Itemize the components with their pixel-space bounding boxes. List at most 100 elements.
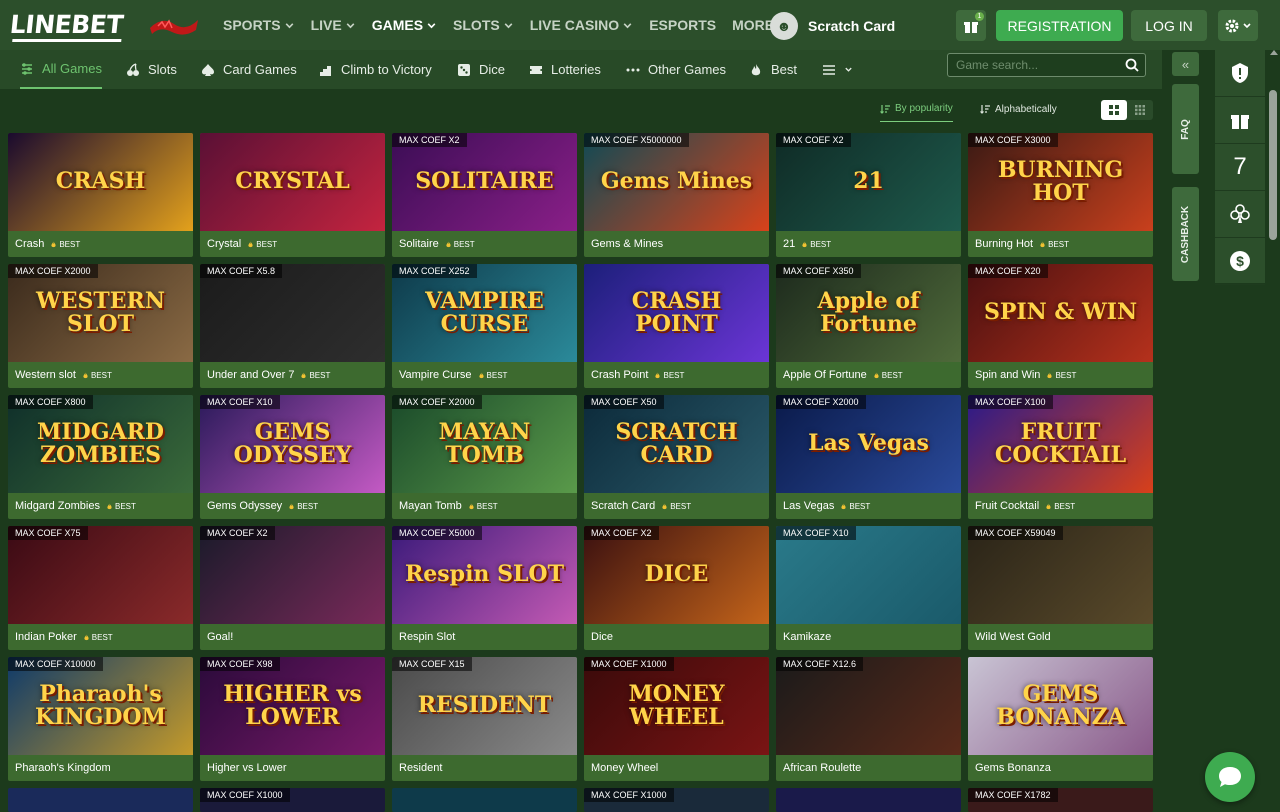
more-categories-button[interactable] xyxy=(822,50,853,89)
lucky-seven-button[interactable]: 7 xyxy=(1215,144,1265,191)
nav-live[interactable]: LIVE xyxy=(303,0,364,50)
faq-tab[interactable]: FAQ xyxy=(1172,84,1199,174)
game-card[interactable]: Apple of Fortune MAX COEF X350 Apple Of Fo… xyxy=(776,264,961,388)
settings-button[interactable] xyxy=(1218,10,1258,41)
game-card[interactable]: MAX COEF X75 Indian Poker BEST xyxy=(8,526,193,650)
game-thumbnail[interactable]: MAX COEF X12.6 xyxy=(776,657,961,755)
category-dice[interactable]: Dice xyxy=(457,50,505,89)
game-thumbnail[interactable]: RESIDENT MAX COEF X15 xyxy=(392,657,577,755)
game-card[interactable]: GEMS BONANZA Gems Bonanza xyxy=(968,657,1153,781)
game-card[interactable]: Pharaoh's KINGDOM MAX COEF X10000 Pharaoh'… xyxy=(8,657,193,781)
game-card[interactable] xyxy=(776,788,961,812)
sort-alphabetically[interactable]: Alphabetically xyxy=(980,96,1057,122)
game-card[interactable]: MAX COEF X12.6 African Roulette xyxy=(776,657,961,781)
category-lotteries[interactable]: Lotteries xyxy=(529,50,601,89)
category-best[interactable]: Best xyxy=(749,50,797,89)
cashback-tab[interactable]: CASHBACK xyxy=(1172,187,1199,281)
game-card[interactable]: MONEY WHEEL MAX COEF X1000 Money Wheel xyxy=(584,657,769,781)
nav-games[interactable]: GAMES xyxy=(364,0,445,50)
game-search-input[interactable] xyxy=(956,57,1116,73)
game-card[interactable]: HIGHER vs LOWER MAX COEF X98 Higher vs Low… xyxy=(200,657,385,781)
game-card[interactable]: SCRATCH CARD MAX COEF X50 Scratch Card BEST xyxy=(584,395,769,519)
game-card[interactable]: Respin SLOT MAX COEF X5000 Respin Slot xyxy=(392,526,577,650)
game-card[interactable]: FRUIT COCKTAIL MAX COEF X100 Fruit Cocktai… xyxy=(968,395,1153,519)
game-thumbnail[interactable]: CRASH xyxy=(8,133,193,231)
sort-by-popularity[interactable]: By popularity xyxy=(880,96,953,122)
game-card[interactable] xyxy=(392,788,577,812)
game-thumbnail[interactable]: CRYSTAL xyxy=(200,133,385,231)
alert-shield-button[interactable] xyxy=(1215,50,1265,97)
game-thumbnail[interactable]: Apple of Fortune MAX COEF X350 xyxy=(776,264,961,362)
dollar-button[interactable]: $ xyxy=(1215,238,1265,285)
small-grid-view-button[interactable] xyxy=(1127,100,1153,120)
game-thumbnail[interactable]: GEMS BONANZA xyxy=(968,657,1153,755)
game-card[interactable]: MAYAN TOMB MAX COEF X2000 Mayan Tomb BEST xyxy=(392,395,577,519)
game-search[interactable] xyxy=(947,53,1146,77)
game-thumbnail[interactable]: Gems Mines MAX COEF X5000000 xyxy=(584,133,769,231)
game-thumbnail[interactable]: CRASH POINT xyxy=(584,264,769,362)
chat-button[interactable] xyxy=(1205,752,1255,802)
nav-slots[interactable]: SLOTS xyxy=(445,0,522,50)
collapse-rail-button[interactable]: « xyxy=(1172,52,1199,76)
game-card[interactable]: Las Vegas MAX COEF X2000 Las Vegas BEST xyxy=(776,395,961,519)
game-thumbnail[interactable]: VAMPIRE CURSE MAX COEF X252 xyxy=(392,264,577,362)
game-thumbnail[interactable]: BURNING HOT MAX COEF X3000 xyxy=(968,133,1153,231)
game-thumbnail[interactable]: MAX COEF X10 xyxy=(776,526,961,624)
game-card[interactable]: DICE MAX COEF X2 Dice xyxy=(584,526,769,650)
game-thumbnail[interactable]: WESTERN SLOT MAX COEF X2000 xyxy=(8,264,193,362)
login-button[interactable]: LOG IN xyxy=(1131,10,1207,41)
game-thumbnail[interactable]: MAX COEF X75 xyxy=(8,526,193,624)
bonus-gift-button[interactable] xyxy=(1215,97,1265,144)
game-thumbnail[interactable]: 21 MAX COEF X2 xyxy=(776,133,961,231)
category-other-games[interactable]: Other Games xyxy=(626,50,726,89)
game-card[interactable]: MAX COEF X10 Kamikaze xyxy=(776,526,961,650)
game-card[interactable]: MAX COEF X1782 xyxy=(968,788,1153,812)
game-card[interactable]: SOLITAIRE MAX COEF X2 Solitaire BEST xyxy=(392,133,577,257)
game-card[interactable]: CRYSTAL Crystal BEST xyxy=(200,133,385,257)
game-thumbnail[interactable]: MAYAN TOMB MAX COEF X2000 xyxy=(392,395,577,493)
game-thumbnail[interactable]: MAX COEF X5.8 xyxy=(200,264,385,362)
game-thumbnail[interactable]: Respin SLOT MAX COEF X5000 xyxy=(392,526,577,624)
game-thumbnail[interactable]: GEMS ODYSSEY MAX COEF X10 xyxy=(200,395,385,493)
game-card[interactable]: BURNING HOT MAX COEF X3000 Burning Hot BEST xyxy=(968,133,1153,257)
game-thumbnail[interactable]: FRUIT COCKTAIL MAX COEF X100 xyxy=(968,395,1153,493)
game-thumbnail[interactable]: HIGHER vs LOWER MAX COEF X98 xyxy=(200,657,385,755)
game-card[interactable]: MAX COEF X1000 xyxy=(200,788,385,812)
category-all-games[interactable]: All Games xyxy=(20,50,102,89)
game-card[interactable]: MAX COEF X5.8 Under and Over 7 BEST xyxy=(200,264,385,388)
promo-emblem-icon[interactable] xyxy=(148,14,200,38)
game-thumbnail[interactable]: Las Vegas MAX COEF X2000 xyxy=(776,395,961,493)
category-slots[interactable]: Slots xyxy=(126,50,177,89)
linebet-logo[interactable]: LINEBET xyxy=(8,10,124,42)
game-thumbnail[interactable]: SOLITAIRE MAX COEF X2 xyxy=(392,133,577,231)
scroll-up-arrow-icon[interactable] xyxy=(1270,50,1278,55)
game-card[interactable]: CRASH Crash BEST xyxy=(8,133,193,257)
game-thumbnail[interactable]: MIDGARD ZOMBIES MAX COEF X800 xyxy=(8,395,193,493)
scratch-card-link[interactable]: ☻ Scratch Card xyxy=(770,12,895,40)
game-thumbnail[interactable]: SCRATCH CARD MAX COEF X50 xyxy=(584,395,769,493)
poker-button[interactable] xyxy=(1215,191,1265,238)
large-grid-view-button[interactable] xyxy=(1101,100,1127,120)
page-scrollbar[interactable] xyxy=(1268,50,1280,812)
game-thumbnail[interactable]: Pharaoh's KINGDOM MAX COEF X10000 xyxy=(8,657,193,755)
game-card[interactable]: MAX COEF X2 Goal! xyxy=(200,526,385,650)
search-icon[interactable] xyxy=(1125,58,1139,72)
nav-sports[interactable]: SPORTS xyxy=(215,0,303,50)
game-card[interactable]: VAMPIRE CURSE MAX COEF X252 Vampire Curse B… xyxy=(392,264,577,388)
category-card-games[interactable]: Card Games xyxy=(201,50,297,89)
game-card[interactable] xyxy=(8,788,193,812)
game-card[interactable]: SPIN & WIN MAX COEF X20 Spin and Win BEST xyxy=(968,264,1153,388)
game-card[interactable]: CRASH POINT Crash Point BEST xyxy=(584,264,769,388)
game-thumbnail[interactable]: SPIN & WIN MAX COEF X20 xyxy=(968,264,1153,362)
registration-button[interactable]: REGISTRATION xyxy=(996,10,1123,41)
gift-button[interactable]: 1 xyxy=(956,10,986,41)
game-card[interactable]: MAX COEF X59049 Wild West Gold xyxy=(968,526,1153,650)
game-card[interactable]: MAX COEF X1000 xyxy=(584,788,769,812)
game-card[interactable]: RESIDENT MAX COEF X15 Resident xyxy=(392,657,577,781)
game-thumbnail[interactable]: DICE MAX COEF X2 xyxy=(584,526,769,624)
game-card[interactable]: 21 MAX COEF X2 21 BEST xyxy=(776,133,961,257)
game-card[interactable]: MIDGARD ZOMBIES MAX COEF X800 Midgard Zomb… xyxy=(8,395,193,519)
game-thumbnail[interactable]: MAX COEF X59049 xyxy=(968,526,1153,624)
nav-esports[interactable]: ESPORTS xyxy=(641,0,724,50)
game-card[interactable]: Gems Mines MAX COEF X5000000 Gems & Mines xyxy=(584,133,769,257)
